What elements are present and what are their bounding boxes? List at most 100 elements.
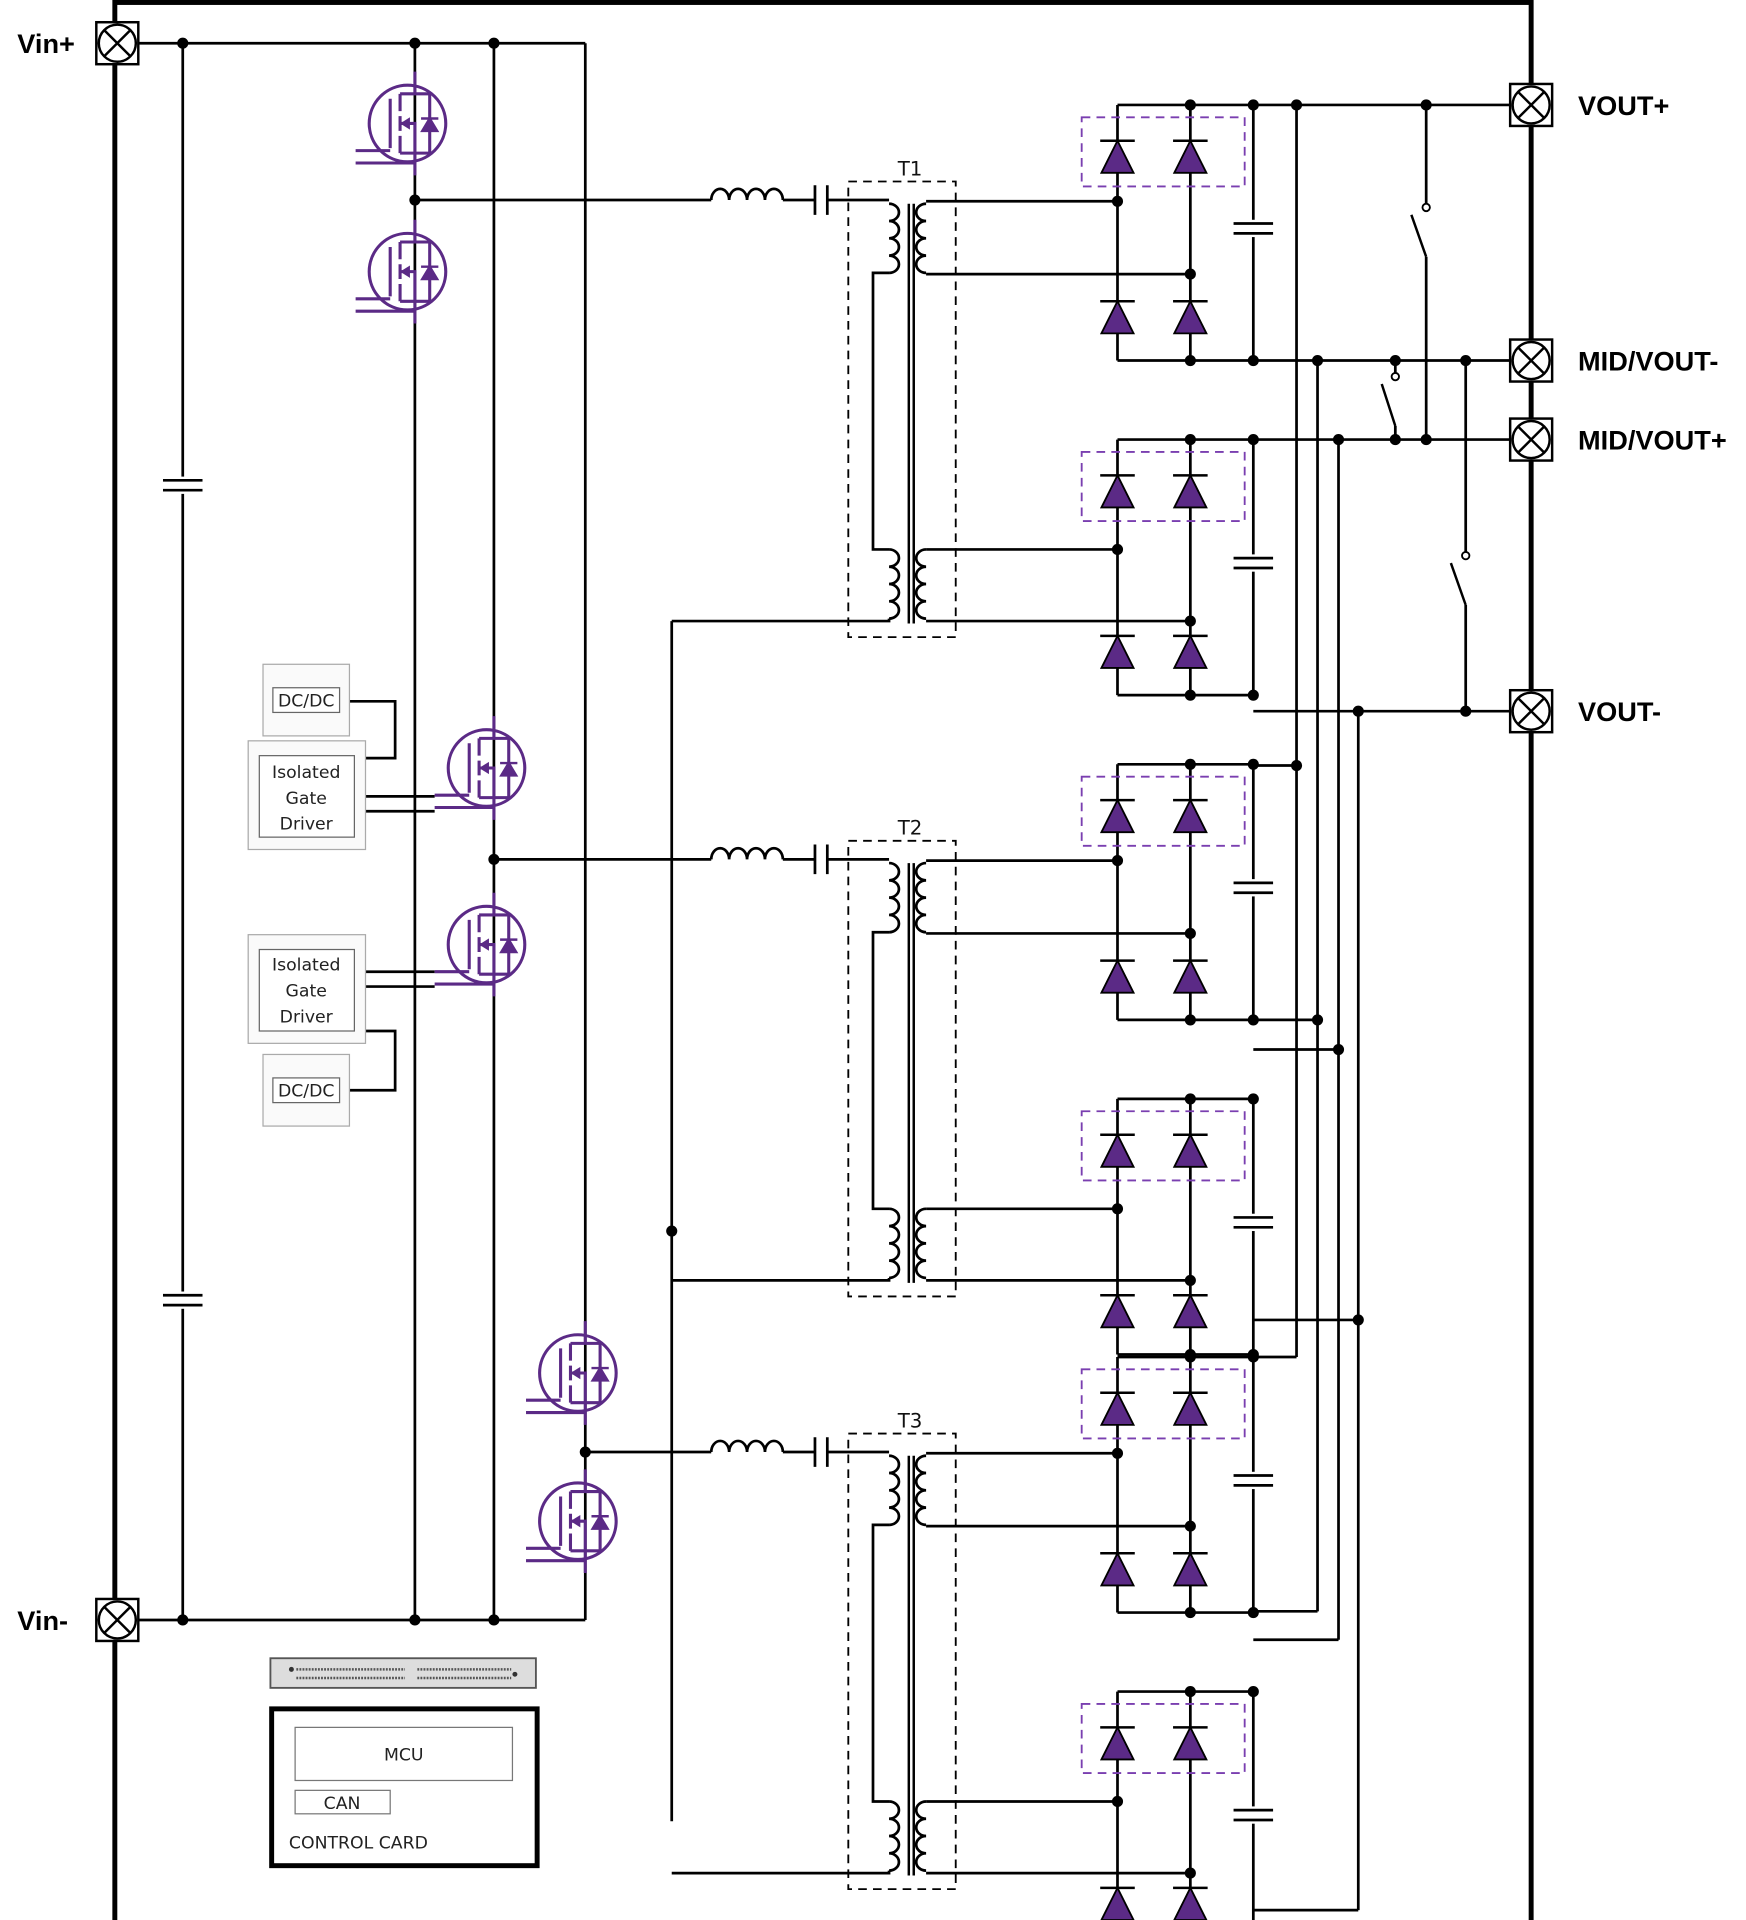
diode-icon [1171,1552,1209,1587]
transformer-core [907,203,915,624]
mid-vout-minus-label: MID/VOUT- [1578,345,1718,376]
transformer-outline [847,1432,957,1891]
diode-icon [1171,1293,1209,1329]
junction-dot [177,1614,189,1626]
junction-dot [409,1614,421,1626]
driver-label: Isolated [272,763,340,783]
series-capacitor-icon [813,844,829,875]
transformer-label: T3 [897,1409,923,1432]
junction-dot [1184,354,1196,367]
transformer-core [907,1455,915,1876]
coil-icon [914,548,927,620]
switch-wire [1393,104,1468,712]
gate-driver-lower: Isolated Gate Driver DC/DC [247,934,367,1127]
diode-icon [1098,1726,1137,1761]
wire [671,271,891,623]
diode-icon [1098,959,1137,994]
diode-icon [1098,139,1137,175]
schematic: Vin+ Vin- VOUT+ MID/VOUT- MID/VOUT+ VOUT… [17,0,1727,1920]
coil-icon [888,202,901,275]
diode-icon [1098,634,1137,670]
junction-dot [666,1225,678,1237]
driver-label: Isolated [272,955,340,975]
junction-dot [409,37,421,49]
diode-icon [1171,474,1209,509]
junction-dot [1184,1014,1196,1026]
diode-module-outline [1080,1110,1246,1182]
wire [1253,104,1298,1359]
wire [1253,103,1511,713]
diode-module-outline [1080,450,1246,522]
junction-dot [579,1446,591,1458]
junction-dot [1460,705,1472,717]
transformer-outline [847,180,957,639]
junction-dot [1184,1520,1196,1532]
junction-dot [1290,99,1303,111]
junction-dot [1247,1606,1259,1619]
switch-contact [1390,371,1400,382]
wire [1253,360,1319,1613]
junction-dot [1247,1014,1259,1026]
coil-icon [888,1454,901,1527]
junction-dot [1247,1093,1259,1105]
junction-dot [177,37,189,49]
coil-icon [914,1207,927,1280]
transformer-outline [847,839,957,1298]
driver-label: Driver [280,1007,334,1027]
mid-vout-minus-terminal [1508,338,1554,383]
series-capacitor-icon [813,1437,829,1467]
junction-dot [1184,1274,1196,1286]
mid-vout-plus-terminal [1508,417,1554,462]
junction-dot [1247,99,1259,111]
diode-module-outline [1080,775,1246,847]
junction-dot [1184,758,1196,770]
wire [926,1451,1191,1528]
junction-dot [1332,1043,1345,1056]
junction-dot [1111,1795,1124,1808]
wire [1116,1690,1255,1920]
wire [926,1800,1191,1875]
diode-icon [1098,1293,1137,1329]
diode-module-outline [1080,116,1246,188]
wire [926,548,1191,623]
junction-dot [1184,99,1196,111]
junction-dot [488,1614,500,1626]
diode-icon [1171,1133,1209,1169]
mosfet-icon [524,1467,618,1575]
diode-icon [1098,1886,1137,1920]
wire [671,930,891,1282]
mosfet-icon [524,1319,618,1427]
transformer-core [907,863,915,1283]
junction-dot [1247,758,1259,770]
inductor-icon [709,1439,785,1453]
junction-dot [1352,705,1364,717]
junction-dot [1420,99,1432,111]
inductor-icon [709,187,785,201]
coil-icon [914,202,927,275]
junction-dot [1247,434,1259,446]
junction-dot [1352,1314,1364,1326]
junction-dot [1389,354,1401,367]
diode-module-outline [1080,1702,1246,1774]
junction-dot [409,194,421,206]
junction-dot [488,37,500,49]
coil-icon [888,1800,901,1872]
junction-dot [1184,434,1196,446]
wire [926,199,1191,276]
diode-icon [1098,300,1137,335]
junction-dot [1332,434,1345,446]
coil-icon [888,861,901,934]
vout-plus-label: VOUT+ [1578,90,1669,121]
mid-vout-plus-label: MID/VOUT+ [1578,424,1727,455]
inductor-icon [709,846,785,860]
diode-icon [1171,300,1209,335]
diode-icon [1098,1552,1137,1587]
switch-contact [1461,550,1471,561]
diode-icon [1171,959,1209,994]
can-label: CAN [324,1794,361,1814]
junction-dot [1420,434,1432,446]
junction-dot [1247,354,1259,367]
coil-icon [914,1454,927,1527]
vout-minus-label: VOUT- [1578,696,1661,727]
vin-minus-terminal [95,1597,140,1643]
